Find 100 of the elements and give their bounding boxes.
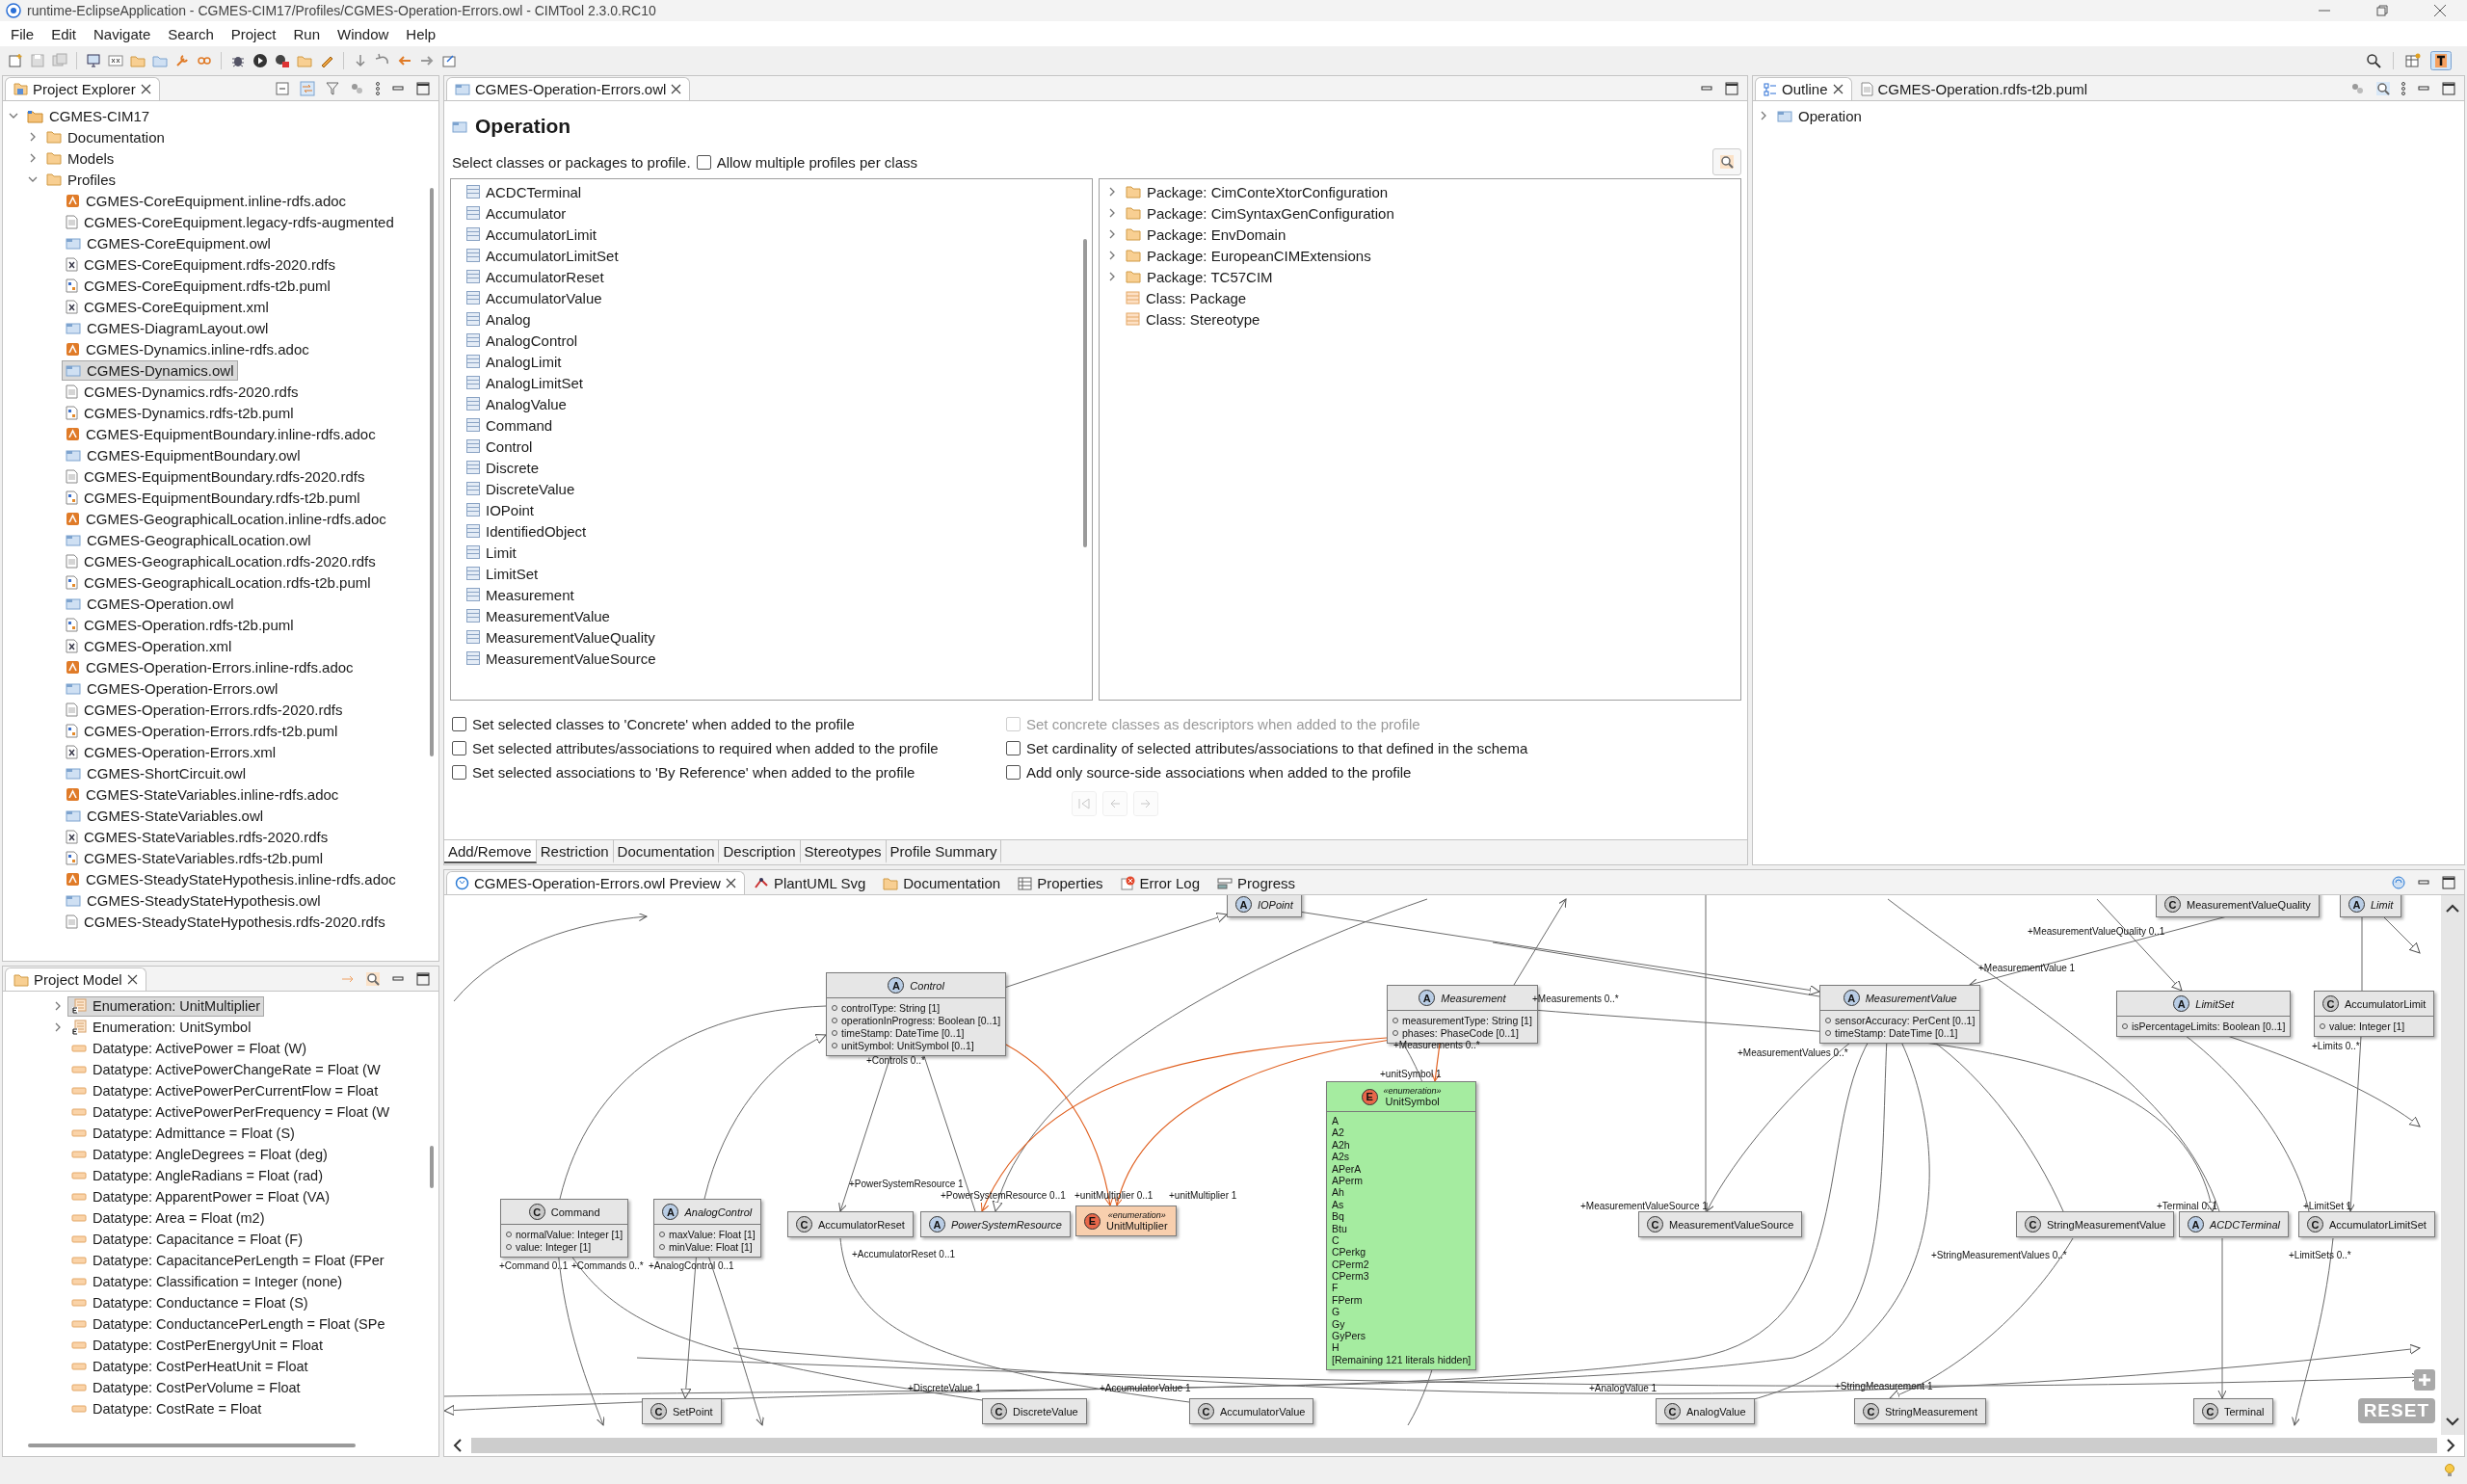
tree-item[interactable]: CGMES-Operation-Errors.inline-rdfs.adoc: [62, 656, 358, 677]
class-list-item[interactable]: DiscreteValue: [463, 478, 579, 499]
new-icon[interactable]: [8, 53, 23, 68]
tree-item[interactable]: Datatype: ActivePower = Float (W): [67, 1038, 310, 1059]
tree-item[interactable]: CGMES-Operation-Errors.rdfs-t2b.puml: [62, 720, 342, 741]
tree-item[interactable]: CGMES-SteadyStateHypothesis.inline-rdfs.adoc: [62, 868, 400, 889]
tree-item[interactable]: CGMES-Dynamics.owl: [62, 359, 238, 381]
wrench-icon[interactable]: [174, 53, 190, 68]
maximize-icon[interactable]: [2441, 80, 2456, 96]
checkbox[interactable]: [452, 765, 466, 780]
tree-item[interactable]: Datatype: Capacitance = Float (F): [67, 1229, 306, 1250]
tree-item[interactable]: CGMES-CoreEquipment.rdfs-t2b.puml: [62, 275, 334, 296]
tree-item[interactable]: Package: CimConteXtorConfiguration: [1122, 181, 1393, 202]
tree-item[interactable]: Datatype: CostPerEnergyUnit = Float: [67, 1335, 327, 1356]
view-tab[interactable]: Outline: [1755, 77, 1852, 100]
close-icon[interactable]: [1832, 84, 1844, 94]
tree-item[interactable]: Class: Package: [1122, 287, 1251, 308]
tree-item[interactable]: Package: EnvDomain: [1122, 224, 1290, 245]
editor-page-tab[interactable]: Stereotypes: [800, 840, 887, 863]
perspective-icon[interactable]: [2405, 53, 2421, 68]
scrollbar-thumb[interactable]: [430, 1146, 434, 1188]
class-list-item[interactable]: AnalogValue: [463, 393, 570, 414]
tree-item[interactable]: CGMES-StateVariables.owl: [62, 805, 268, 826]
tree-item[interactable]: Datatype: Conductance = Float (S): [67, 1292, 312, 1313]
refresh-icon[interactable]: [2391, 874, 2406, 890]
tree-item[interactable]: CGMES-EquipmentBoundary.rdfs-2020.rdfs: [62, 465, 369, 487]
tree-item[interactable]: CGMES-StateVariables.inline-rdfs.adoc: [62, 783, 343, 805]
class-list-item[interactable]: Accumulator: [463, 202, 570, 224]
close-icon[interactable]: [126, 974, 138, 985]
tree-item[interactable]: Documentation: [42, 126, 169, 147]
tree-item[interactable]: CGMES-CoreEquipment.legacy-rdfs-augmented: [62, 211, 398, 232]
tree-item[interactable]: Datatype: ActivePowerPerCurrentFlow = Float: [67, 1080, 383, 1101]
tree-item[interactable]: Datatype: CostPerVolume = Float: [67, 1377, 305, 1398]
arrow-down-icon[interactable]: [353, 53, 368, 68]
search-icon[interactable]: [2366, 53, 2381, 68]
filter-icon[interactable]: [325, 80, 340, 96]
search-icon[interactable]: [1719, 154, 1735, 170]
tree-item[interactable]: CGMES-SteadyStateHypothesis.owl: [62, 889, 325, 911]
view-menu-icon[interactable]: [2401, 80, 2406, 96]
tree-item[interactable]: CGMES-CoreEquipment.rdfs-2020.rdfs: [62, 253, 339, 275]
maximize-icon[interactable]: [2441, 874, 2456, 890]
project-model-tab[interactable]: Project Model: [5, 967, 146, 991]
tree-item[interactable]: Profiles: [42, 169, 120, 190]
class-list-item[interactable]: AccumulatorLimit: [463, 224, 601, 245]
monitor-icon[interactable]: [86, 53, 101, 68]
checkbox[interactable]: [1006, 765, 1021, 780]
class-list-item[interactable]: Measurement: [463, 584, 578, 605]
tree-item[interactable]: CGMES-GeographicalLocation.rdfs-2020.rdfs: [62, 550, 380, 571]
class-list-item[interactable]: Control: [463, 436, 537, 457]
editor-page-tab[interactable]: Add/Remove: [444, 840, 537, 863]
collapse-all-icon[interactable]: [275, 80, 290, 96]
tree-item[interactable]: Package: TC57CIM: [1122, 266, 1277, 287]
search-button[interactable]: [1712, 148, 1741, 175]
menu-item[interactable]: Help: [397, 23, 445, 44]
tree-item[interactable]: CGMES-CoreEquipment.inline-rdfs.adoc: [62, 190, 351, 211]
class-list-item[interactable]: Analog: [463, 308, 535, 330]
class-list-item[interactable]: Discrete: [463, 457, 543, 478]
external-run-icon[interactable]: [275, 53, 290, 68]
tree-item[interactable]: Datatype: Classification = Integer (none): [67, 1271, 347, 1292]
menu-item[interactable]: Project: [222, 23, 285, 44]
view-tab[interactable]: Properties: [1009, 871, 1112, 894]
maximize-icon[interactable]: [415, 80, 431, 96]
editor-page-tab[interactable]: Description: [719, 840, 801, 863]
class-list-item[interactable]: ACDCTerminal: [463, 181, 586, 202]
scrollbar-thumb[interactable]: [28, 1444, 356, 1447]
close-icon[interactable]: [725, 878, 736, 888]
tree-item[interactable]: CGMES-Operation-Errors.owl: [62, 677, 282, 699]
class-list-item[interactable]: Limit: [463, 542, 520, 563]
tree-item[interactable]: CGMES-DiagramLayout.owl: [62, 317, 273, 338]
project-explorer-tab[interactable]: Project Explorer: [5, 77, 160, 100]
tree-item[interactable]: CGMES-EquipmentBoundary.rdfs-t2b.puml: [62, 487, 364, 508]
tree-item[interactable]: CGMES-EquipmentBoundary.inline-rdfs.adoc: [62, 423, 380, 444]
view-tab[interactable]: Error Log: [1111, 871, 1209, 894]
tree-item[interactable]: CGMES-Operation-Errors.rdfs-2020.rdfs: [62, 699, 347, 720]
tree-item[interactable]: CGMES-GeographicalLocation.owl: [62, 529, 315, 550]
tree-item[interactable]: CGMES-StateVariables.rdfs-2020.rdfs: [62, 826, 332, 847]
cimtool-perspective-icon[interactable]: [2430, 51, 2452, 70]
tree-item[interactable]: Datatype: Area = Float (m2): [67, 1207, 269, 1229]
tree-item[interactable]: CGMES-EquipmentBoundary.owl: [62, 444, 305, 465]
class-list-item[interactable]: MeasurementValueSource: [463, 648, 660, 669]
editor-page-tab[interactable]: Profile Summary: [886, 840, 1002, 863]
menu-item[interactable]: Edit: [42, 23, 86, 44]
tree-item[interactable]: Datatype: Admittance = Float (S): [67, 1123, 299, 1144]
zoom-in-icon[interactable]: [2414, 1369, 2435, 1391]
class-list-item[interactable]: LimitSet: [463, 563, 543, 584]
editor-page-tab[interactable]: Restriction: [536, 840, 614, 863]
close-icon[interactable]: [671, 84, 682, 94]
tree-item[interactable]: Package: EuropeanCIMExtensions: [1122, 245, 1375, 266]
tree-item[interactable]: CGMES-ShortCircuit.owl: [62, 762, 251, 783]
tree-item[interactable]: Models: [42, 147, 119, 169]
editor-tab[interactable]: CGMES-Operation-Errors.owl: [446, 77, 691, 100]
tree-item[interactable]: Datatype: ActivePowerPerFrequency = Float (W: [67, 1101, 394, 1123]
tree-item[interactable]: CGMES-Operation.owl: [62, 593, 238, 614]
editor-page-tab[interactable]: Documentation: [613, 840, 720, 863]
menu-item[interactable]: Run: [284, 23, 329, 44]
tree-item[interactable]: CGMES-Dynamics.rdfs-2020.rdfs: [62, 381, 303, 402]
maximize-icon[interactable]: [415, 970, 431, 987]
run-icon[interactable]: [252, 53, 268, 68]
class-list-item[interactable]: IdentifiedObject: [463, 520, 591, 542]
menu-item[interactable]: File: [2, 23, 43, 44]
